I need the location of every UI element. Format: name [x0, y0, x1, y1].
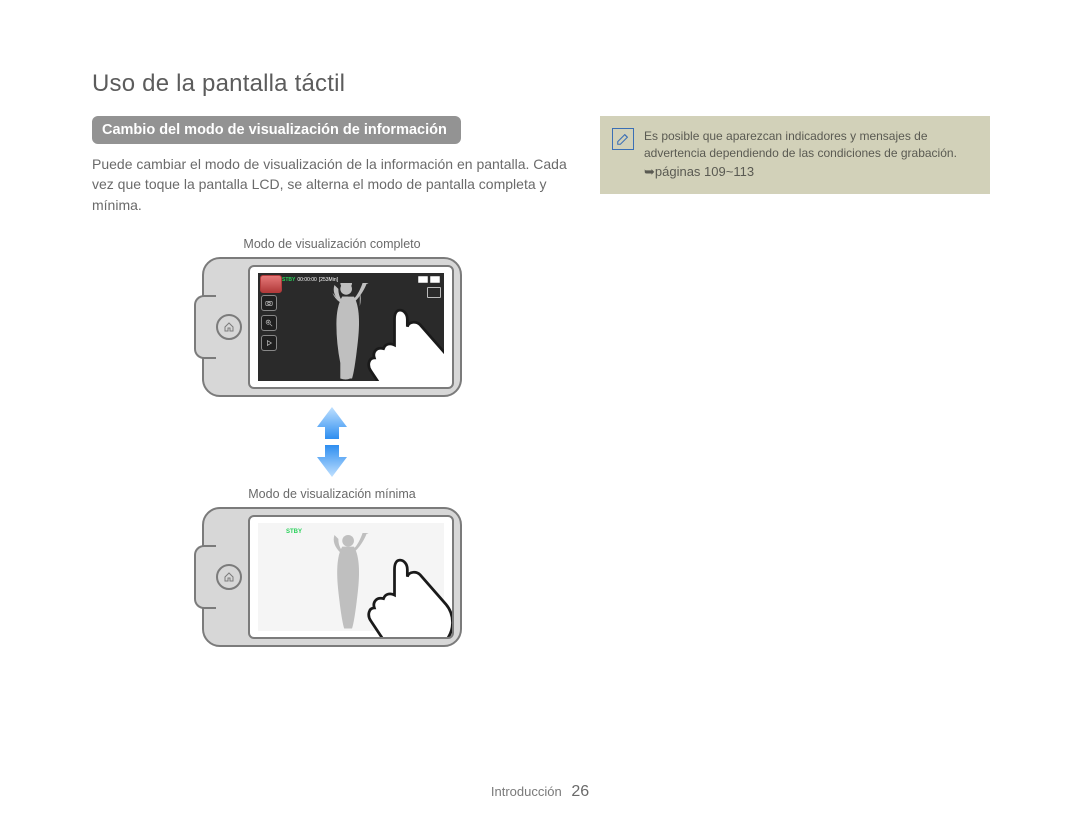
page-title: Uso de la pantalla táctil: [92, 70, 990, 98]
camera-icon: [261, 295, 277, 311]
device-illustration-full: STBY 00:00:00 [253Min]: [202, 257, 462, 397]
screen-minimal-mode: STBY: [258, 523, 444, 631]
note-body: Es posible que aparezcan indicadores y m…: [644, 129, 957, 160]
smart-auto-icon: [260, 275, 282, 293]
sd-card-icon: [418, 276, 428, 283]
home-button-illustration: [216, 314, 242, 340]
home-icon: [224, 322, 234, 332]
footer-page-number: 26: [571, 783, 589, 800]
rec-time: 00:00:00: [297, 277, 316, 283]
play-icon: [261, 335, 277, 351]
two-column-layout: Cambio del modo de visualización de info…: [92, 116, 990, 647]
right-column: Es posible que aparezcan indicadores y m…: [600, 116, 990, 647]
note-text: Es posible que aparezcan indicadores y m…: [644, 128, 978, 182]
home-icon: [224, 572, 234, 582]
pencil-note-icon: [612, 128, 634, 150]
screen-full-mode: STBY 00:00:00 [253Min]: [258, 273, 444, 381]
page-footer: Introducción 26: [0, 783, 1080, 801]
screen-bezel: STBY: [248, 515, 454, 639]
diagram-minimal-caption: Modo de visualización mínima: [248, 487, 415, 501]
vertical-double-arrow-icon: [315, 407, 349, 477]
stby-label: STBY: [286, 529, 302, 535]
screen-bezel: STBY 00:00:00 [253Min]: [248, 265, 454, 389]
left-column: Cambio del modo de visualización de info…: [92, 116, 572, 647]
section-body: Puede cambiar el modo de visualización d…: [92, 154, 572, 215]
hd-badge-icon: [427, 287, 441, 298]
battery-icon: [430, 276, 440, 283]
device-illustration-minimal: STBY: [202, 507, 462, 647]
zoom-in-icon: [261, 315, 277, 331]
tap-hand-icon: [356, 301, 444, 381]
diagram-full-caption: Modo de visualización completo: [243, 237, 420, 251]
home-button-illustration: [216, 564, 242, 590]
note-box: Es posible que aparezcan indicadores y m…: [600, 116, 990, 194]
section-heading: Cambio del modo de visualización de info…: [92, 116, 461, 144]
note-page-ref: ➥páginas 109~113: [644, 164, 754, 179]
manual-page: Uso de la pantalla táctil Cambio del mod…: [0, 0, 1080, 825]
footer-section-label: Introducción: [491, 784, 562, 799]
left-icon-column: [261, 295, 277, 351]
remaining-time: [253Min]: [319, 277, 338, 283]
stby-label: STBY: [282, 277, 295, 283]
tap-hand-icon: [356, 551, 454, 639]
diagram-group: Modo de visualización completo STBY: [92, 237, 572, 647]
